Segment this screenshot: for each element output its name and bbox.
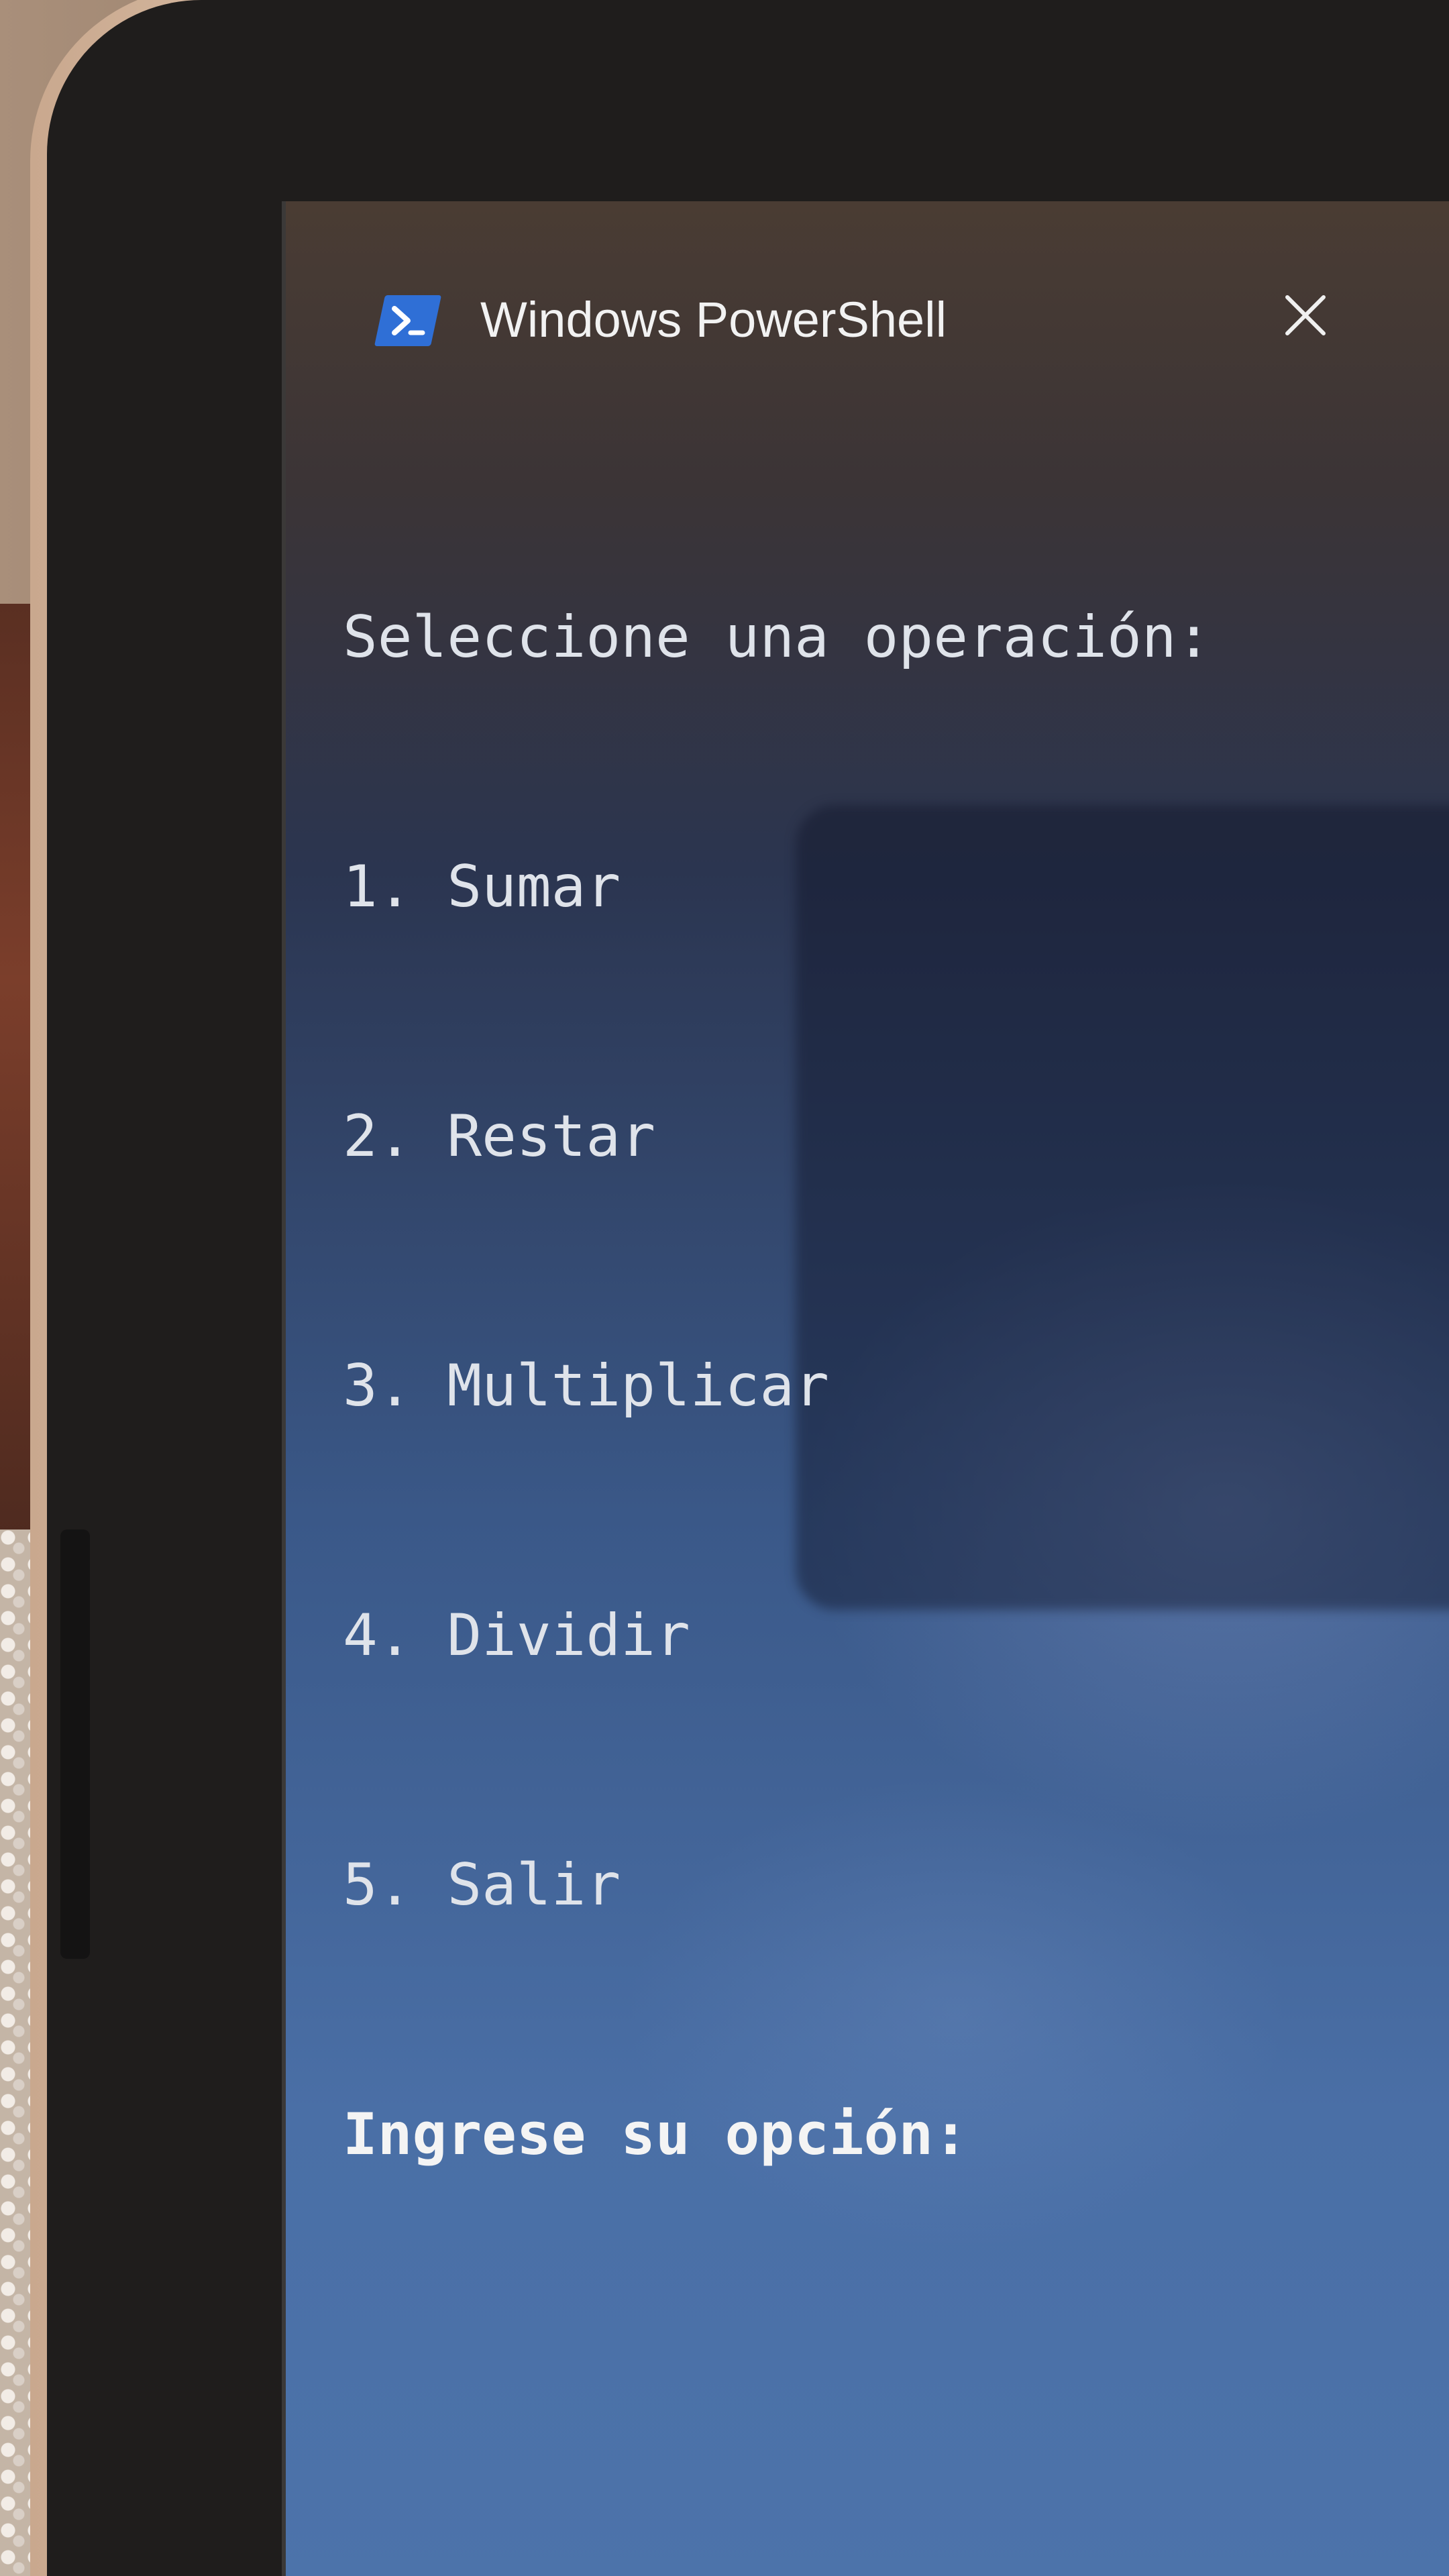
close-icon [1285, 295, 1326, 335]
menu-prompt: Seleccione una operación: [343, 604, 1212, 671]
menu-option-dividir: 4. Dividir [343, 1602, 690, 1669]
photo-scene: Windows PowerShell Seleccione una operac… [0, 0, 1449, 2576]
powershell-titlebar[interactable]: Windows PowerShell [286, 201, 1449, 349]
powershell-icon [374, 295, 442, 346]
window-title: Windows PowerShell [480, 292, 947, 347]
menu-option-sumar: 1. Sumar [343, 853, 621, 920]
input-prompt[interactable]: Ingrese su opción: [343, 2093, 1211, 2176]
menu-option-salir: 5. Salir [343, 1851, 621, 1919]
console-output[interactable]: Seleccione una operación: 1. Sumar 2. Re… [343, 429, 1211, 2343]
laptop-screen: Windows PowerShell Seleccione una operac… [282, 201, 1449, 2576]
bezel-notch [60, 1529, 90, 1959]
close-button[interactable] [1258, 275, 1352, 356]
menu-option-multiplicar: 3. Multiplicar [343, 1352, 829, 1419]
menu-option-restar: 2. Restar [343, 1103, 655, 1170]
